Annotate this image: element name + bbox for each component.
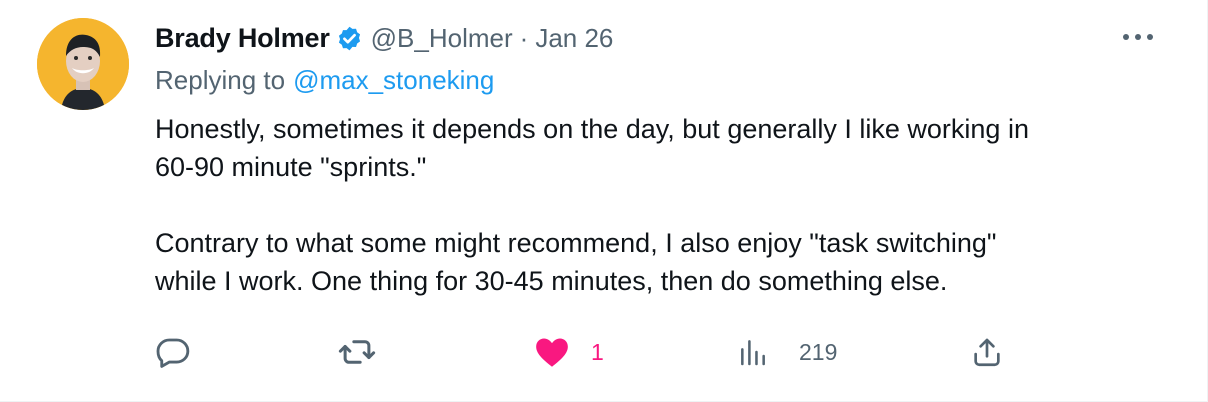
tweet-header: Brady Holmer @B_Holmer · Jan 26 xyxy=(155,18,1165,58)
retweet-icon xyxy=(338,340,376,364)
separator-dot: · xyxy=(519,22,529,53)
replying-to: Replying to @max_stoneking xyxy=(155,58,1165,102)
views-button[interactable]: 219 xyxy=(737,332,837,372)
tweet-text-line: while I work. One thing for 30-45 minute… xyxy=(155,266,948,296)
share-button[interactable] xyxy=(970,332,1004,372)
user-handle[interactable]: @B_Holmer xyxy=(371,23,513,54)
tweet-date[interactable]: Jan 26 xyxy=(535,23,613,54)
reply-icon xyxy=(156,338,190,368)
view-count: 219 xyxy=(799,338,838,365)
tweet-content: Brady Holmer @B_Holmer · Jan 26 Replying… xyxy=(155,18,1165,300)
tweet-card[interactable]: Brady Holmer @B_Holmer · Jan 26 Replying… xyxy=(0,0,1208,402)
display-name[interactable]: Brady Holmer xyxy=(155,23,330,54)
verified-badge-icon[interactable] xyxy=(336,25,363,52)
share-icon xyxy=(974,338,1000,367)
reply-button[interactable] xyxy=(155,332,191,372)
like-button[interactable]: 1 xyxy=(533,332,604,372)
like-count: 1 xyxy=(591,338,604,365)
tweet-text: Honestly, sometimes it depends on the da… xyxy=(155,110,1165,300)
replying-to-label: Replying to xyxy=(155,64,286,95)
heart-icon xyxy=(536,338,568,367)
retweet-button[interactable] xyxy=(338,332,376,372)
mention-link[interactable]: @max_stoneking xyxy=(293,65,494,96)
action-bar: 1 219 xyxy=(155,332,1035,372)
avatar-image xyxy=(37,18,129,110)
tweet-text-line: Honestly, sometimes it depends on the da… xyxy=(155,114,1029,144)
more-options-icon[interactable] xyxy=(1118,22,1158,52)
tweet-text-line: Contrary to what some might recommend, I… xyxy=(155,228,997,258)
avatar[interactable] xyxy=(37,18,129,110)
views-chart-icon xyxy=(741,340,765,366)
tweet-text-line: 60-90 minute "sprints." xyxy=(155,152,427,182)
